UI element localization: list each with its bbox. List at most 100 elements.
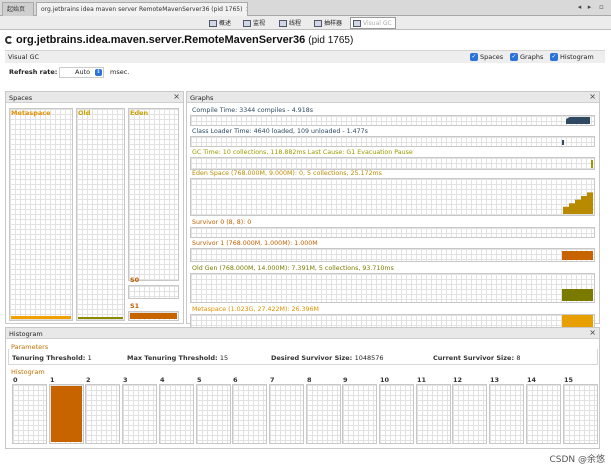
histogram-bin-label: 12: [453, 376, 463, 384]
histogram-bin: [122, 384, 157, 444]
old-fill: [78, 317, 123, 319]
s1-label: S1: [130, 302, 140, 310]
tab-threads[interactable]: 线程: [276, 17, 305, 29]
desired-survivor-size: Desired Survivor Size: 1048576: [271, 354, 384, 362]
tab-bar: 起始页 org.jetbrains idea maven server Remo…: [0, 0, 611, 16]
survivor1-graph: [190, 248, 595, 262]
histogram-bin: [416, 384, 451, 444]
close-icon[interactable]: ×: [173, 92, 180, 102]
current-survivor-value: 8: [516, 354, 521, 362]
desired-survivor-value: 1048576: [354, 354, 384, 362]
old-gen-series: [562, 289, 593, 301]
tenuring-threshold-value: 1: [87, 354, 92, 362]
close-icon[interactable]: ×: [245, 6, 247, 13]
s0-column: S0: [128, 276, 179, 299]
graphs-panel: Graphs × Compile Time: 3344 compiles - 4…: [186, 91, 600, 334]
histogram-bin: [49, 384, 84, 444]
tab-remote-maven-server[interactable]: org.jetbrains idea maven server RemoteMa…: [36, 2, 248, 16]
histogram-bin-label: 15: [564, 376, 574, 384]
tab-overview-label: 概述: [219, 20, 232, 27]
tab-threads-label: 线程: [289, 20, 302, 27]
checkbox-label: Histogram: [560, 53, 594, 61]
histogram-bin-label: 13: [490, 376, 500, 384]
histogram-bin: [452, 384, 487, 444]
histogram-bin-label: 9: [343, 376, 348, 384]
close-icon[interactable]: ×: [589, 92, 596, 102]
histogram-bin: [232, 384, 267, 444]
histogram-bin-label: 6: [233, 376, 238, 384]
histogram-bin: [526, 384, 561, 444]
current-survivor-label: Current Survivor Size:: [433, 354, 515, 362]
compile-time-title: Compile Time: 3344 compiles - 4.918s: [192, 107, 313, 114]
histogram-bin: [12, 384, 47, 444]
histogram-bin-label: 2: [86, 376, 91, 384]
monitor-icon: [243, 20, 251, 27]
s1-column: S1: [128, 302, 179, 321]
nav-right-icon[interactable]: ▸: [585, 3, 594, 12]
refresh-rate-value: Auto: [75, 68, 91, 76]
tab-label: org.jetbrains idea maven server RemoteMa…: [41, 6, 243, 13]
visual-gc-header: Visual GC ✓ Spaces ✓ Graphs ✓ Histogram: [5, 50, 605, 63]
histogram-bin-label: 7: [270, 376, 275, 384]
visual-gc-icon: [353, 20, 361, 27]
spaces-checkbox[interactable]: ✓ Spaces: [470, 52, 503, 62]
old-gen-graph: [190, 273, 595, 303]
spaces-panel-title: Spaces: [9, 94, 33, 102]
class-loader-series: [562, 140, 564, 145]
nav-left-icon[interactable]: ◂: [575, 3, 584, 12]
tab-sampler[interactable]: 抽样器: [311, 17, 346, 29]
close-icon[interactable]: ×: [589, 328, 596, 338]
tab-sampler-label: 抽样器: [324, 20, 343, 27]
threads-icon: [279, 20, 287, 27]
survivor0-title: Survivor 0 (8, 8): 0: [192, 219, 252, 226]
tab-start-page[interactable]: 起始页: [2, 2, 34, 16]
histogram-bin: [159, 384, 194, 444]
histogram-bin: [85, 384, 120, 444]
refresh-unit: msec.: [110, 68, 130, 76]
tab-label: 起始页: [7, 6, 26, 13]
eden-series: [563, 192, 593, 214]
histogram-bin-label: 4: [160, 376, 165, 384]
histogram-bin: [269, 384, 304, 444]
compile-time-graph: [190, 115, 595, 126]
histogram-bin-label: 10: [380, 376, 390, 384]
gc-time-title: GC Time: 10 collections, 118.882ms Last …: [192, 149, 413, 156]
compile-time-series: [566, 117, 590, 124]
survivor1-title: Survivor 1 (768.000M, 1.000M): 1.000M: [192, 240, 318, 247]
graphs-checkbox[interactable]: ✓ Graphs: [510, 52, 543, 62]
chevron-down-icon: ⇕: [95, 69, 102, 76]
class-loader-graph: [190, 136, 595, 147]
graphs-panel-header: Graphs ×: [187, 92, 599, 103]
max-tenuring-label: Max Tenuring Threshold:: [127, 354, 218, 362]
histogram-bin: [306, 384, 341, 444]
restore-window-icon[interactable]: ▫: [597, 3, 606, 12]
histogram-bin: [379, 384, 414, 444]
reload-icon[interactable]: [5, 36, 13, 44]
checkmark-icon: ✓: [550, 53, 558, 61]
histogram-checkbox[interactable]: ✓ Histogram: [550, 52, 594, 62]
metaspace-graph-title: Metaspace (1.023G, 27.422M): 26.396M: [192, 306, 319, 313]
histogram-bin: [342, 384, 377, 444]
overview-icon: [209, 20, 217, 27]
histogram-bin: [563, 384, 598, 444]
histogram-bin-label: 1: [50, 376, 55, 384]
histogram-section-label: Histogram: [11, 368, 45, 376]
histogram-bin-label: 3: [123, 376, 128, 384]
tab-monitor[interactable]: 监视: [240, 17, 269, 29]
tab-visual-gc-label: Visual GC: [363, 20, 392, 27]
tab-overview[interactable]: 概述: [206, 17, 235, 29]
histogram-bin-label: 5: [197, 376, 202, 384]
spaces-panel: Spaces × Metaspace Old Eden S0 S1: [5, 91, 184, 324]
visual-gc-label: Visual GC: [8, 53, 40, 61]
histogram-bin-label: 0: [13, 376, 18, 384]
sampler-icon: [314, 20, 322, 27]
survivor0-graph: [190, 227, 595, 238]
checkbox-label: Spaces: [480, 53, 504, 61]
histogram-panel-header: Histogram ×: [6, 328, 599, 339]
metaspace-label: Metaspace: [11, 109, 51, 117]
histogram-bin-label: 14: [527, 376, 537, 384]
graphs-body: Compile Time: 3344 compiles - 4.918s Cla…: [190, 105, 595, 334]
process-pid: (pid 1765): [308, 35, 354, 46]
tab-visual-gc[interactable]: Visual GC: [350, 17, 396, 29]
refresh-rate-select[interactable]: Auto ⇕: [59, 67, 104, 78]
